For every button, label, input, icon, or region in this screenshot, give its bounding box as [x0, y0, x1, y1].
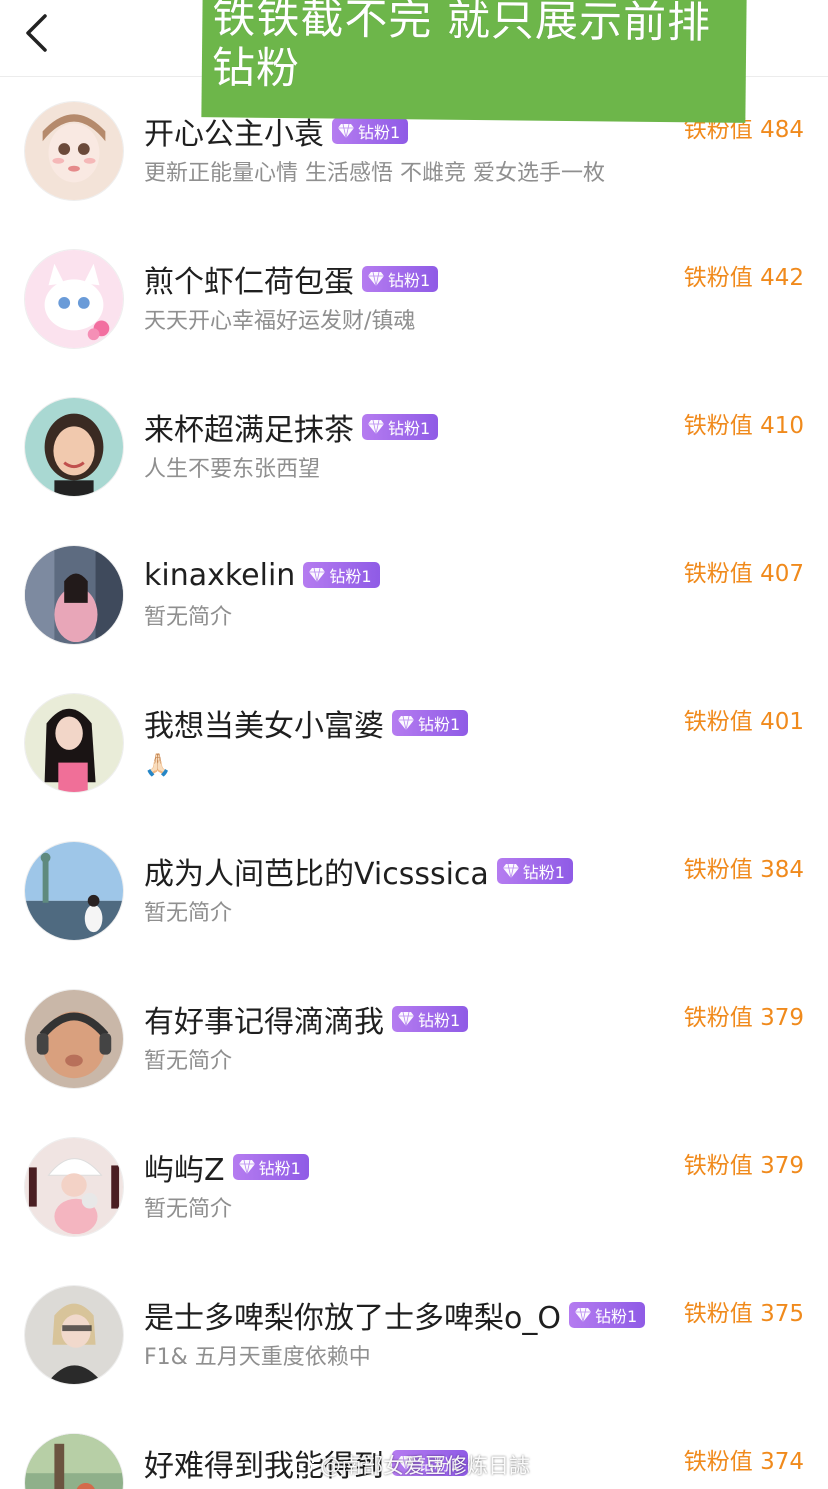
- fan-badge: 钻粉1: [392, 710, 469, 736]
- diamond-icon: [574, 1307, 591, 1323]
- fan-badge-label: 钻粉1: [329, 567, 372, 586]
- fan-badge-label: 钻粉1: [418, 1011, 461, 1030]
- avatar[interactable]: [24, 989, 124, 1089]
- fan-badge-label: 钻粉1: [358, 123, 401, 142]
- fan-score: 铁粉值 384: [683, 857, 804, 883]
- fan-list: 开心公主小袁 钻粉1 更新正能量心情 生活感悟 不雌竞 爱女选手一枚 铁粉值 4…: [0, 77, 828, 1489]
- overlay-note-line-1: 铁铁截不完 就只展示前排: [212, 0, 712, 49]
- fan-bio: 人生不要东张西望: [144, 457, 321, 482]
- diamond-icon: [398, 715, 414, 731]
- fan-score: 铁粉值 374: [683, 1449, 804, 1475]
- watermark: @南部女爱豆修炼日誌: [290, 1450, 530, 1480]
- fan-name[interactable]: 煎个虾仁荷包蛋: [144, 257, 354, 301]
- avatar[interactable]: [24, 397, 124, 497]
- fan-row[interactable]: 我想当美女小富婆 钻粉1 🙏🏻 铁粉值 401: [0, 669, 828, 817]
- diamond-icon: [238, 1159, 255, 1175]
- fan-bio: 暂无简介: [144, 1197, 233, 1222]
- fan-score: 铁粉值 401: [683, 709, 804, 735]
- fan-row[interactable]: 成为人间芭比的Vicsssica 钻粉1 暂无简介 铁粉值 384: [0, 817, 828, 965]
- fan-badge: 钻粉1: [392, 1006, 469, 1032]
- fan-row[interactable]: 来杯超满足抹茶 钻粉1 人生不要东张西望 铁粉值 410: [0, 373, 828, 521]
- overlay-note: 铁铁截不完 就只展示前排 钻粉: [201, 0, 747, 123]
- fan-badge-label: 钻粉1: [418, 715, 461, 734]
- fan-badge: 钻粉1: [568, 1302, 646, 1328]
- fan-score: 铁粉值 375: [683, 1301, 804, 1327]
- fan-badge: 钻粉1: [332, 118, 409, 144]
- fan-score: 铁粉值 379: [683, 1153, 804, 1179]
- fan-badge: 钻粉1: [303, 562, 380, 588]
- fan-bio: 天天开心幸福好运发财/镇魂: [144, 309, 416, 334]
- weibo-icon: [291, 1457, 314, 1475]
- diamond-icon: [309, 567, 326, 583]
- diamond-icon: [368, 271, 384, 287]
- fan-row[interactable]: kinaxkelin 钻粉1 暂无简介 铁粉值 407: [0, 521, 828, 669]
- fan-badge: 钻粉1: [496, 858, 573, 884]
- fan-badge-label: 钻粉1: [388, 271, 431, 290]
- diamond-icon: [502, 863, 519, 879]
- chevron-left-icon: [26, 14, 47, 52]
- fan-row[interactable]: 有好事记得滴滴我 钻粉1 暂无简介 铁粉值 379: [0, 965, 828, 1113]
- avatar[interactable]: [24, 1285, 124, 1385]
- fan-badge-label: 钻粉1: [388, 419, 431, 438]
- fan-bio: 暂无简介: [144, 901, 233, 926]
- diamond-icon: [368, 419, 384, 435]
- fan-bio: 🙏🏻: [144, 753, 172, 778]
- fan-badge-label: 钻粉1: [258, 1159, 301, 1178]
- diamond-icon: [398, 1011, 414, 1027]
- fan-name[interactable]: 屿屿Z: [144, 1145, 225, 1189]
- fan-score: 铁粉值 442: [683, 265, 804, 291]
- fan-name[interactable]: 有好事记得滴滴我: [144, 997, 384, 1041]
- fan-score: 铁粉值 407: [683, 561, 804, 587]
- fan-name[interactable]: 是士多啤梨你放了士多啤梨o_O: [144, 1293, 561, 1337]
- fan-badge: 钻粉1: [232, 1154, 309, 1180]
- watermark-text: @南部女爱豆修炼日誌: [320, 1454, 530, 1478]
- fan-row[interactable]: 屿屿Z 钻粉1 暂无简介 铁粉值 379: [0, 1113, 828, 1261]
- avatar[interactable]: [24, 101, 124, 201]
- fan-score: 铁粉值 410: [683, 413, 804, 439]
- avatar[interactable]: [24, 1137, 124, 1237]
- fan-name[interactable]: 我想当美女小富婆: [144, 701, 384, 745]
- fan-bio: 暂无简介: [144, 1049, 233, 1074]
- fan-name[interactable]: kinaxkelin: [144, 558, 295, 593]
- fan-row[interactable]: 是士多啤梨你放了士多啤梨o_O 钻粉1 F1& 五月天重度依赖中 铁粉值 375: [0, 1261, 828, 1409]
- avatar[interactable]: [24, 249, 124, 349]
- avatar[interactable]: [24, 545, 124, 645]
- fan-bio: 更新正能量心情 生活感悟 不雌竞 爱女选手一枚: [144, 161, 605, 186]
- fan-name[interactable]: 来杯超满足抹茶: [144, 405, 354, 449]
- fan-row[interactable]: 煎个虾仁荷包蛋 钻粉1 天天开心幸福好运发财/镇魂 铁粉值 442: [0, 225, 828, 373]
- back-button[interactable]: [14, 10, 60, 56]
- overlay-note-line-2: 钻粉: [211, 43, 301, 95]
- fan-score: 铁粉值 379: [683, 1005, 804, 1031]
- diamond-icon: [338, 123, 354, 139]
- fan-bio: F1& 五月天重度依赖中: [144, 1345, 371, 1370]
- fan-badge: 钻粉1: [362, 414, 439, 440]
- fan-name[interactable]: 成为人间芭比的Vicsssica: [144, 849, 489, 893]
- avatar[interactable]: [24, 841, 124, 941]
- fan-badge-label: 钻粉1: [522, 863, 565, 882]
- fan-badge: 钻粉1: [362, 266, 439, 292]
- fan-bio: 暂无简介: [144, 605, 233, 630]
- avatar[interactable]: [24, 1433, 124, 1489]
- fan-badge-label: 钻粉1: [594, 1307, 638, 1326]
- avatar[interactable]: [24, 693, 124, 793]
